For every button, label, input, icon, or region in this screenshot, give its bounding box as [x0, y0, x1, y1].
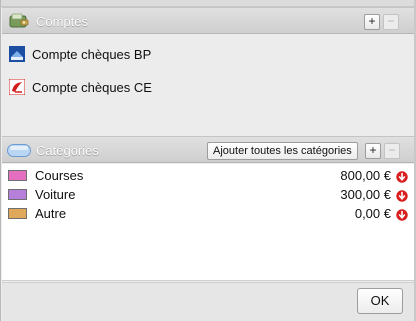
down-arrow-icon[interactable] — [396, 170, 408, 183]
account-label: Compte chèques BP — [32, 47, 152, 62]
categories-title: Catégories — [36, 143, 99, 158]
category-name: Autre — [35, 206, 67, 221]
bank-ce-icon — [8, 78, 26, 96]
category-color-swatch[interactable] — [8, 208, 27, 219]
add-account-button[interactable]: + — [364, 14, 380, 30]
category-amount: 300,00 € — [340, 187, 391, 202]
add-all-categories-button[interactable]: Ajouter toutes les catégories — [207, 142, 358, 160]
category-row[interactable]: Courses 800,00 € — [2, 166, 415, 185]
category-row[interactable]: Autre 0,00 € — [2, 204, 415, 223]
category-amount: 0,00 € — [354, 206, 391, 221]
category-row[interactable]: Voiture 300,00 € — [2, 185, 415, 204]
category-color-swatch[interactable] — [8, 170, 27, 181]
accounts-title: Comptes — [36, 14, 89, 29]
category-name: Courses — [35, 168, 84, 183]
dialog-footer: OK — [2, 282, 415, 321]
category-name: Voiture — [35, 187, 76, 202]
category-color-swatch[interactable] — [8, 189, 27, 200]
bank-bp-icon — [9, 46, 25, 62]
add-category-button[interactable]: + — [365, 143, 381, 159]
wallet-icon — [9, 13, 29, 29]
categories-header: Catégories Ajouter toutes les catégories… — [2, 136, 415, 163]
category-amount: 800,00 € — [340, 168, 391, 183]
down-arrow-icon[interactable] — [396, 189, 408, 202]
category-bubble-icon — [7, 144, 31, 157]
account-label: Compte chèques CE — [32, 80, 152, 95]
down-arrow-icon[interactable] — [396, 208, 408, 221]
ok-button[interactable]: OK — [357, 288, 403, 314]
window-top-strip — [1, 0, 416, 7]
accounts-categories-panel: Comptes + − Compte chèques BP Compte chè… — [0, 0, 416, 321]
remove-category-button[interactable]: − — [384, 143, 400, 159]
account-item-bp[interactable]: Compte chèques BP — [2, 43, 415, 67]
accounts-list: Compte chèques BP Compte chèques CE — [2, 35, 415, 135]
account-item-ce[interactable]: Compte chèques CE — [2, 76, 415, 100]
accounts-header: Comptes + − — [2, 7, 415, 34]
categories-list: Courses 800,00 € Voiture 300,00 € Autre … — [2, 164, 415, 281]
remove-account-button[interactable]: − — [383, 14, 399, 30]
